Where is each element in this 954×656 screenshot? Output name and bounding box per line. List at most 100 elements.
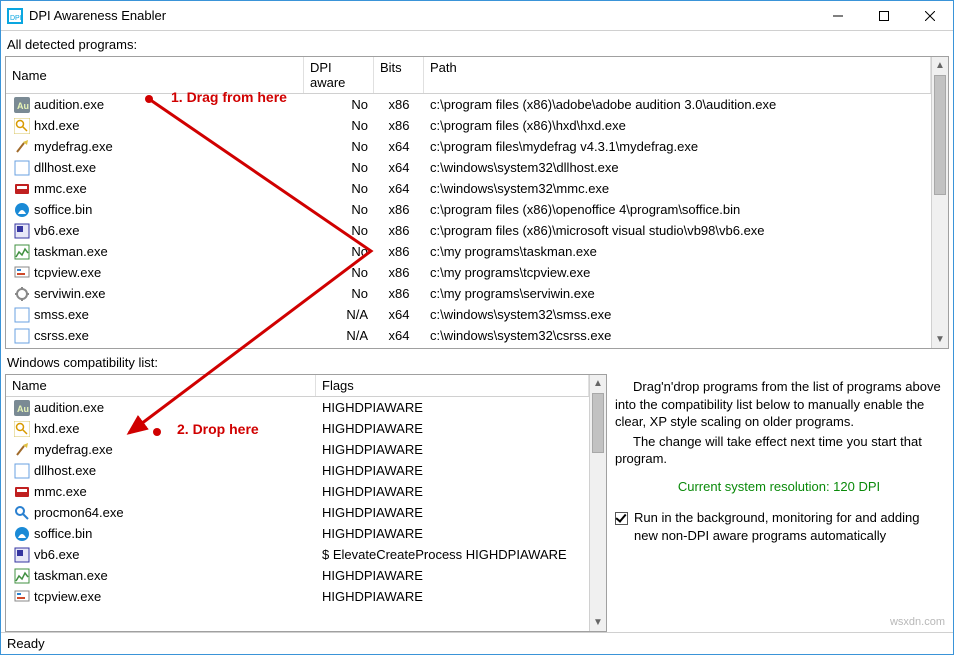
program-icon	[14, 463, 30, 479]
lower-section: Name Flags Auaudition.exeHIGHDPIAWAREhxd…	[1, 374, 953, 632]
compat-flags: HIGHDPIAWARE	[316, 421, 589, 436]
table-row[interactable]: taskman.exeNox86c:\my programs\taskman.e…	[6, 241, 931, 262]
program-icon	[14, 526, 30, 542]
program-path: c:\my programs\serviwin.exe	[424, 286, 931, 301]
close-button[interactable]	[907, 1, 953, 31]
scroll-down-icon[interactable]: ▼	[590, 614, 606, 631]
col-dpi[interactable]: DPI aware	[304, 57, 374, 93]
maximize-button[interactable]	[861, 1, 907, 31]
program-icon	[14, 442, 30, 458]
col-name[interactable]: Name	[6, 375, 316, 396]
col-path[interactable]: Path	[424, 57, 931, 93]
table-row[interactable]: dllhost.exeNox64c:\windows\system32\dllh…	[6, 157, 931, 178]
table-row[interactable]: taskman.exeHIGHDPIAWARE	[6, 565, 589, 586]
compat-list-label: Windows compatibility list:	[1, 349, 953, 374]
program-path: c:\my programs\taskman.exe	[424, 244, 931, 259]
col-bits[interactable]: Bits	[374, 57, 424, 93]
table-row[interactable]: vb6.exeNox86c:\program files (x86)\micro…	[6, 220, 931, 241]
compat-grid[interactable]: Name Flags Auaudition.exeHIGHDPIAWAREhxd…	[5, 374, 607, 632]
program-dpi: No	[304, 265, 374, 280]
col-flags[interactable]: Flags	[316, 375, 589, 396]
table-row[interactable]: soffice.binHIGHDPIAWARE	[6, 523, 589, 544]
scroll-up-icon[interactable]: ▲	[590, 375, 606, 392]
program-path: c:\program files (x86)\hxd\hxd.exe	[424, 118, 931, 133]
program-bits: x86	[374, 118, 424, 133]
program-bits: x86	[374, 202, 424, 217]
program-path: c:\program files (x86)\microsoft visual …	[424, 223, 931, 238]
svg-text:Au: Au	[17, 101, 29, 111]
program-icon	[14, 139, 30, 155]
program-icon	[14, 547, 30, 563]
table-row[interactable]: mmc.exeNox64c:\windows\system32\mmc.exe	[6, 178, 931, 199]
program-icon	[14, 223, 30, 239]
detected-scrollbar[interactable]: ▲ ▼	[931, 57, 948, 348]
minimize-button[interactable]	[815, 1, 861, 31]
table-row[interactable]: mydefrag.exeHIGHDPIAWARE	[6, 439, 589, 460]
table-row[interactable]: procmon64.exeHIGHDPIAWARE	[6, 502, 589, 523]
compat-name: hxd.exe	[34, 421, 80, 436]
program-path: c:\program files\mydefrag v4.3.1\mydefra…	[424, 139, 931, 154]
program-icon	[14, 244, 30, 260]
program-icon	[14, 568, 30, 584]
program-bits: x64	[374, 328, 424, 343]
table-row[interactable]: smss.exeN/Ax64c:\windows\system32\smss.e…	[6, 304, 931, 325]
compat-flags: HIGHDPIAWARE	[316, 400, 589, 415]
program-dpi: No	[304, 244, 374, 259]
current-resolution: Current system resolution: 120 DPI	[615, 478, 943, 496]
table-row[interactable]: hxd.exeNox86c:\program files (x86)\hxd\h…	[6, 115, 931, 136]
compat-flags: HIGHDPIAWARE	[316, 484, 589, 499]
compat-name: mydefrag.exe	[34, 442, 113, 457]
scroll-thumb[interactable]	[592, 393, 604, 453]
compat-scrollbar[interactable]: ▲ ▼	[589, 375, 606, 631]
table-row[interactable]: Auaudition.exeNox86c:\program files (x86…	[6, 94, 931, 115]
compat-name: soffice.bin	[34, 526, 92, 541]
scroll-up-icon[interactable]: ▲	[932, 57, 948, 74]
table-row[interactable]: serviwin.exeNox86c:\my programs\serviwin…	[6, 283, 931, 304]
program-icon	[14, 118, 30, 134]
help-paragraph-1: Drag'n'drop programs from the list of pr…	[615, 378, 943, 431]
table-row[interactable]: soffice.binNox86c:\program files (x86)\o…	[6, 199, 931, 220]
svg-text:Au: Au	[17, 404, 29, 414]
compat-header[interactable]: Name Flags	[6, 375, 589, 397]
program-dpi: No	[304, 286, 374, 301]
program-bits: x86	[374, 97, 424, 112]
table-row[interactable]: dllhost.exeHIGHDPIAWARE	[6, 460, 589, 481]
program-icon: Au	[14, 97, 30, 113]
program-dpi: No	[304, 139, 374, 154]
program-name: mmc.exe	[34, 181, 87, 196]
app-icon: DPI	[7, 8, 23, 24]
col-name[interactable]: Name	[6, 57, 304, 93]
program-icon: Au	[14, 400, 30, 416]
help-pane: Drag'n'drop programs from the list of pr…	[611, 374, 949, 632]
table-row[interactable]: hxd.exe HIGHDPIAWARE	[6, 418, 589, 439]
compat-name: mmc.exe	[34, 484, 87, 499]
table-row[interactable]: mmc.exe HIGHDPIAWARE	[6, 481, 589, 502]
table-row[interactable]: vb6.exe$ ElevateCreateProcess HIGHDPIAWA…	[6, 544, 589, 565]
program-dpi: No	[304, 97, 374, 112]
titlebar[interactable]: DPI DPI Awareness Enabler	[1, 1, 953, 31]
detected-programs-grid[interactable]: Name DPI aware Bits Path Auaudition.exeN…	[5, 56, 949, 349]
compat-name: vb6.exe	[34, 547, 80, 562]
table-row[interactable]: tcpview.exeHIGHDPIAWARE	[6, 586, 589, 607]
scroll-thumb[interactable]	[934, 75, 946, 195]
program-name: smss.exe	[34, 307, 89, 322]
checkbox-icon[interactable]	[615, 512, 628, 525]
table-row[interactable]: mydefrag.exeNox64c:\program files\mydefr…	[6, 136, 931, 157]
program-name: tcpview.exe	[34, 265, 101, 280]
table-row[interactable]: csrss.exeN/Ax64c:\windows\system32\csrss…	[6, 325, 931, 346]
program-icon	[14, 286, 30, 302]
program-path: c:\windows\system32\smss.exe	[424, 307, 931, 322]
background-monitor-option[interactable]: Run in the background, monitoring for an…	[615, 509, 943, 544]
detected-programs-header[interactable]: Name DPI aware Bits Path	[6, 57, 931, 94]
program-bits: x86	[374, 244, 424, 259]
program-dpi: N/A	[304, 307, 374, 322]
program-path: c:\program files (x86)\adobe\adobe audit…	[424, 97, 931, 112]
program-dpi: N/A	[304, 328, 374, 343]
scroll-down-icon[interactable]: ▼	[932, 331, 948, 348]
table-row[interactable]: Auaudition.exeHIGHDPIAWARE	[6, 397, 589, 418]
detected-programs-label: All detected programs:	[5, 33, 949, 56]
table-row[interactable]: tcpview.exeNox86c:\my programs\tcpview.e…	[6, 262, 931, 283]
program-path: c:\my programs\tcpview.exe	[424, 265, 931, 280]
program-icon	[14, 421, 30, 437]
program-icon	[14, 328, 30, 344]
